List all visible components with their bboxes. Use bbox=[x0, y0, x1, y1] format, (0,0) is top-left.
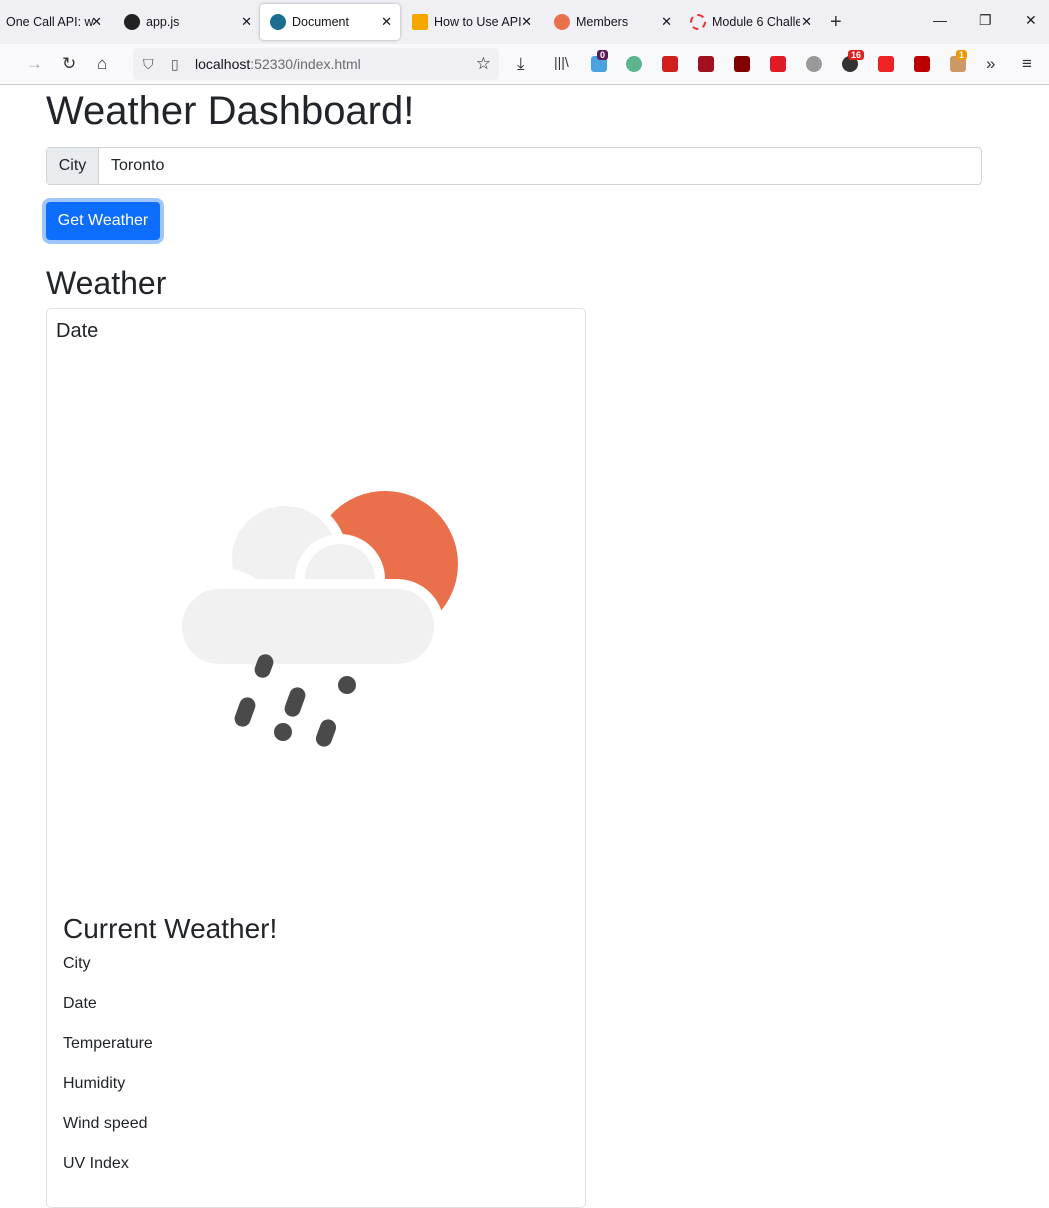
uv-index-field: UV Index bbox=[63, 1155, 129, 1172]
url-host: localhost bbox=[195, 56, 251, 72]
tab-label: Members bbox=[576, 15, 629, 29]
library-icon[interactable]: |||\ bbox=[554, 54, 569, 70]
badge: 0 bbox=[597, 50, 609, 60]
city-input-group: City bbox=[46, 147, 982, 185]
extension-icon[interactable] bbox=[914, 56, 930, 72]
new-tab-button[interactable]: + bbox=[830, 11, 842, 34]
tab-members[interactable]: Members ✕ bbox=[540, 4, 680, 40]
extension-icon[interactable] bbox=[662, 56, 678, 72]
tab-how-to-use-api[interactable]: How to Use API K✕ bbox=[400, 4, 540, 40]
humidity-field: Humidity bbox=[63, 1075, 126, 1092]
weather-card: Date Current Weather! City Date Temperat… bbox=[46, 308, 586, 1208]
close-icon[interactable]: ✕ bbox=[241, 14, 252, 30]
close-icon[interactable]: ✕ bbox=[381, 14, 392, 30]
extension-icon[interactable]: 0 bbox=[591, 50, 609, 72]
minimize-button[interactable]: — bbox=[933, 12, 947, 28]
city-label: City bbox=[47, 148, 99, 184]
rain-cloud-sun-icon bbox=[170, 491, 458, 747]
window-close-button[interactable]: ✕ bbox=[1025, 12, 1037, 29]
close-icon[interactable]: ✕ bbox=[521, 14, 532, 30]
tab-document[interactable]: Document ✕ bbox=[260, 4, 400, 40]
extension-icon[interactable] bbox=[626, 56, 642, 72]
tab-bar: One Call API: weather✕ app.js✕ Document✕… bbox=[0, 0, 1049, 44]
extension-icon[interactable]: 1 bbox=[950, 50, 968, 72]
restore-button[interactable]: ❐ bbox=[979, 12, 992, 29]
document-icon bbox=[270, 14, 286, 30]
current-weather-title: Current Weather! bbox=[63, 913, 278, 944]
page-icon: ▯ bbox=[171, 56, 179, 72]
city-field: City bbox=[63, 955, 91, 972]
close-icon[interactable]: ✕ bbox=[91, 14, 102, 30]
extension-icon[interactable] bbox=[770, 56, 786, 72]
shield-icon: ⛉ bbox=[143, 56, 154, 72]
tab-label: Module 6 Challenge bbox=[712, 15, 800, 29]
url-path: :52330/index.html bbox=[250, 56, 361, 72]
wind-speed-field: Wind speed bbox=[63, 1115, 148, 1132]
card-date: Date bbox=[56, 320, 99, 342]
github-icon bbox=[124, 14, 140, 30]
temperature-field: Temperature bbox=[63, 1035, 153, 1052]
members-icon bbox=[554, 14, 570, 30]
nav-toolbar: → ↻ ⌂ ⛉ ▯ localhost:52330/index.html ☆ ⤓… bbox=[0, 44, 1049, 85]
tab-label: How to Use API K bbox=[434, 15, 522, 29]
get-weather-button[interactable]: Get Weather bbox=[46, 202, 160, 240]
extension-icon[interactable]: 16 bbox=[842, 50, 865, 72]
tab-label: One Call API: weather bbox=[6, 15, 94, 29]
bookmark-star-icon[interactable]: ☆ bbox=[476, 48, 491, 80]
badge: 1 bbox=[956, 50, 968, 60]
tab-one-call-api[interactable]: One Call API: weather✕ bbox=[0, 4, 110, 40]
forward-button[interactable]: → bbox=[26, 54, 43, 74]
close-icon[interactable]: ✕ bbox=[661, 14, 672, 30]
tab-label: Document bbox=[292, 15, 349, 29]
module-icon bbox=[690, 14, 706, 30]
downloads-icon[interactable]: ⤓ bbox=[517, 54, 525, 74]
url-bar[interactable]: ⛉ ▯ localhost:52330/index.html ☆ bbox=[133, 48, 499, 80]
extension-icon[interactable] bbox=[878, 56, 894, 72]
tab-label: app.js bbox=[146, 15, 180, 29]
home-button[interactable]: ⌂ bbox=[97, 54, 107, 74]
badge: 16 bbox=[848, 50, 865, 60]
overflow-menu-icon[interactable]: » bbox=[986, 54, 995, 74]
hd-extension-icon[interactable] bbox=[698, 56, 714, 72]
extension-icon[interactable] bbox=[806, 56, 822, 72]
tab-app-js[interactable]: app.js ✕ bbox=[110, 4, 260, 40]
close-icon[interactable]: ✕ bbox=[801, 14, 812, 30]
weather-heading: Weather bbox=[46, 265, 167, 301]
tab-module-6[interactable]: Module 6 Challenge✕ bbox=[680, 4, 820, 40]
hamburger-menu-icon[interactable]: ≡ bbox=[1022, 54, 1032, 74]
date-field: Date bbox=[63, 995, 97, 1012]
freecodecamp-icon bbox=[412, 14, 428, 30]
ublock-icon[interactable] bbox=[734, 56, 750, 72]
page-title: Weather Dashboard! bbox=[46, 89, 415, 133]
city-input[interactable] bbox=[99, 148, 981, 184]
reload-button[interactable]: ↻ bbox=[62, 54, 76, 74]
